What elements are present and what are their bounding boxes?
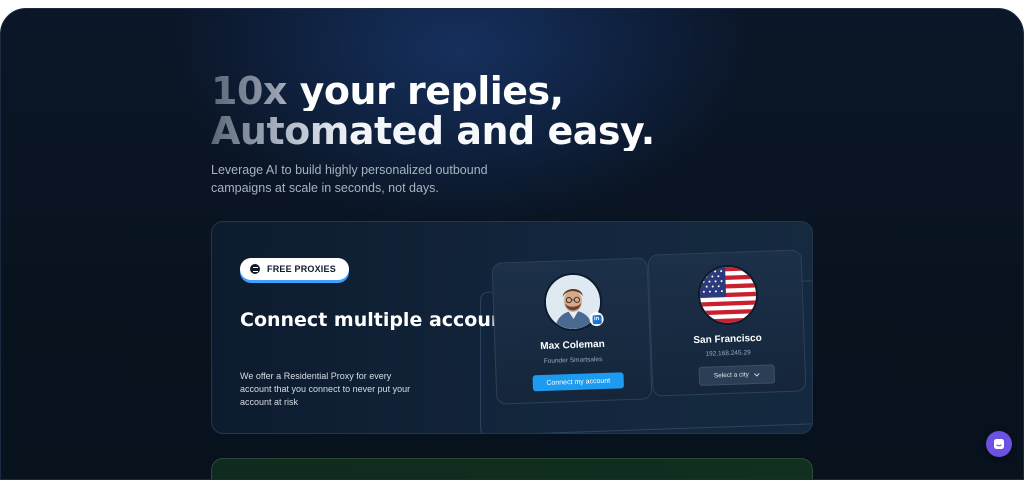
hero-section: 10x your replies, Automated and easy. Le… — [0, 8, 1024, 480]
location-city: San Francisco — [651, 331, 803, 347]
chat-button[interactable] — [986, 431, 1012, 457]
hero-title: 10x your replies, Automated and easy. — [211, 71, 655, 151]
free-proxies-card: FREE PROXIES Connect multiple accounts s… — [211, 221, 813, 434]
profile-role: Founder Smartsales — [496, 354, 650, 366]
us-flag-icon — [697, 264, 759, 326]
chat-icon — [993, 438, 1005, 450]
profile-name: Max Coleman — [495, 337, 649, 353]
badge-label: FREE PROXIES — [267, 264, 336, 274]
proxy-icon — [250, 264, 260, 274]
card-description: We offer a Residential Proxy for every a… — [240, 370, 420, 409]
location-ip: 192.168.245.29 — [652, 347, 804, 359]
select-city-label: Select a city — [714, 371, 749, 379]
hero-title-line1: 10x your replies, — [211, 71, 655, 111]
linkedin-icon: in — [589, 312, 603, 326]
hero-title-line2: Automated and easy. — [211, 111, 655, 151]
connect-account-button[interactable]: Connect my account — [533, 372, 625, 391]
hero-subtitle: Leverage AI to build highly personalized… — [211, 161, 551, 197]
chevron-down-icon — [754, 372, 760, 376]
next-feature-card — [211, 458, 813, 480]
free-proxies-badge: FREE PROXIES — [240, 258, 349, 280]
location-card: San Francisco 192.168.245.29 Select a ci… — [648, 249, 807, 396]
select-city-dropdown[interactable]: Select a city — [699, 364, 776, 386]
profile-card: in Max Coleman Founder Smartsales Connec… — [492, 257, 653, 404]
card-title-text: Connect multiple accounts — [240, 309, 531, 331]
